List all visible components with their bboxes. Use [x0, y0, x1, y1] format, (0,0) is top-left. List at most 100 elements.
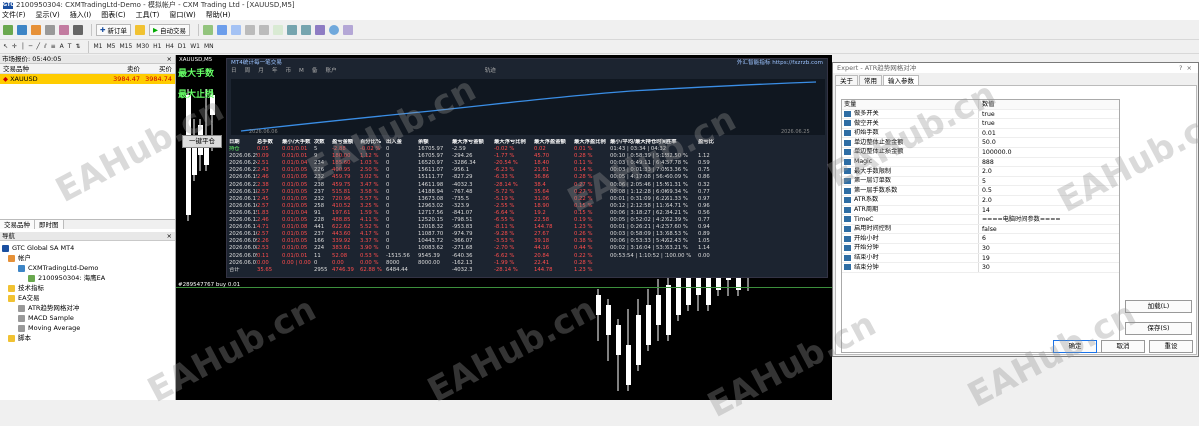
param-row[interactable]: 初始手数 0.01 [842, 128, 1119, 139]
param-row[interactable]: 做空开关 true [842, 119, 1119, 129]
reset-button[interactable]: 重设 [1149, 340, 1193, 353]
indicators-icon[interactable] [314, 24, 325, 35]
stats-tab[interactable]: 周 [245, 68, 251, 74]
param-value[interactable]: 50.0 [979, 138, 1119, 147]
chart-shift-icon[interactable] [286, 24, 297, 35]
timeframe-m30[interactable]: M30 [136, 43, 149, 50]
vertical-line-icon[interactable]: │ [21, 43, 25, 50]
param-value[interactable]: 19 [979, 254, 1119, 263]
stats-tab[interactable]: 币 [285, 68, 291, 74]
close-icon[interactable]: × [167, 55, 172, 63]
periods-icon[interactable] [328, 24, 339, 35]
nav-item-experts[interactable]: EA交易 [0, 293, 175, 303]
zoom-in-icon[interactable] [244, 24, 255, 35]
load-button[interactable]: 加载(L) [1125, 300, 1192, 313]
autoscroll-icon[interactable] [300, 24, 311, 35]
arrows-icon[interactable]: ⇅ [75, 43, 80, 50]
close-all-button[interactable]: 一键平仓 [182, 135, 222, 148]
tab-tick-chart[interactable]: 即时图 [35, 220, 64, 229]
param-row[interactable]: 开始小时 6 [842, 234, 1119, 244]
price-chart[interactable]: XAUUSD,M5 最大手数 最大止损 一键平仓 #289547767 buy … [176, 55, 832, 400]
param-row[interactable]: 最大手数限制 2.0 [842, 167, 1119, 177]
column-ask[interactable]: 买价 [140, 64, 174, 73]
nav-item-account[interactable]: 2100950304: 海鹰EA [0, 273, 175, 283]
timeframe-mn[interactable]: MN [204, 43, 214, 50]
timeframe-m15[interactable]: M15 [119, 43, 132, 50]
save-button[interactable]: 保存(S) [1125, 322, 1192, 335]
templates-icon[interactable] [342, 24, 353, 35]
crosshair-icon[interactable]: ✛ [12, 43, 17, 50]
param-value[interactable]: 30 [979, 263, 1119, 272]
param-row[interactable]: 单边整体止损金额 100000.0 [842, 147, 1119, 158]
menu-insert[interactable]: 插入(I) [70, 10, 92, 20]
stats-tab[interactable]: 轨迹 [485, 68, 496, 74]
nav-item-accounts[interactable]: 帐户 [0, 253, 175, 263]
param-row[interactable]: 结束小时 19 [842, 253, 1119, 264]
param-row[interactable]: 启用时间控制 false [842, 224, 1119, 235]
param-value[interactable]: 30 [979, 244, 1119, 253]
param-row[interactable]: 做多开关 true [842, 109, 1119, 120]
tab-inputs[interactable]: 输入参数 [883, 75, 919, 85]
param-row[interactable]: 开始分钟 30 [842, 243, 1119, 254]
timeframe-d1[interactable]: D1 [178, 43, 186, 50]
param-row[interactable]: ATR系数 2.0 [842, 195, 1119, 206]
param-row[interactable]: Magic 888 [842, 157, 1119, 168]
param-row[interactable]: 单边整体止盈金额 50.0 [842, 138, 1119, 148]
close-button[interactable]: × [1187, 64, 1192, 72]
param-value[interactable]: true [979, 110, 1119, 119]
column-symbol[interactable]: 交易品种 [0, 64, 96, 73]
fibonacci-icon[interactable]: ≡ [51, 43, 56, 50]
nav-item-terminal[interactable]: GTC Global SA MT4 [0, 243, 175, 253]
menu-window[interactable]: 窗口(W) [169, 10, 195, 20]
zoom-out-icon[interactable] [258, 24, 269, 35]
column-bid[interactable]: 卖价 [96, 64, 140, 73]
stats-tab[interactable]: 备 [312, 68, 318, 74]
timeframe-m1[interactable]: M1 [93, 43, 102, 50]
tile-windows-icon[interactable] [272, 24, 283, 35]
nav-item-expert-ma[interactable]: Moving Average [0, 323, 175, 333]
metaeditor-icon[interactable] [134, 24, 145, 35]
navigator-icon[interactable] [59, 24, 69, 35]
nav-item-server[interactable]: CXMTradingLtd-Demo [0, 263, 175, 273]
horizontal-line-icon[interactable]: ─ [29, 43, 33, 50]
menu-tools[interactable]: 工具(T) [136, 10, 160, 20]
stats-tab[interactable]: 账户 [325, 68, 336, 74]
menu-view[interactable]: 显示(V) [36, 10, 60, 20]
ok-button[interactable]: 确定 [1053, 340, 1097, 353]
nav-item-expert-macd[interactable]: MACD Sample [0, 313, 175, 323]
timeframe-m5[interactable]: M5 [106, 43, 115, 50]
data-window-icon[interactable] [45, 24, 55, 35]
param-value[interactable]: true [979, 119, 1119, 128]
auto-trade-button[interactable]: ▶ 自动交易 [148, 23, 190, 36]
trendline-icon[interactable]: ╱ [36, 43, 40, 50]
line-chart-icon[interactable] [230, 24, 241, 35]
cancel-button[interactable]: 取消 [1101, 340, 1145, 353]
param-row[interactable]: 结束分钟 30 [842, 263, 1119, 273]
market-watch-row[interactable]: ◆ XAUUSD 3984.47 3984.74 [0, 74, 175, 84]
close-icon[interactable]: × [167, 232, 172, 240]
column-variable[interactable]: 变量 [842, 100, 979, 109]
param-value[interactable]: 888 [979, 158, 1119, 167]
param-value[interactable]: 2.0 [979, 196, 1119, 205]
param-value[interactable]: 100000.0 [979, 148, 1119, 157]
timeframe-h4[interactable]: H4 [165, 43, 173, 50]
terminal-icon[interactable] [73, 24, 83, 35]
timeframe-h1[interactable]: H1 [153, 43, 161, 50]
param-row[interactable]: TimeC ====电脑时间参数==== [842, 215, 1119, 225]
param-value[interactable]: false [979, 225, 1119, 234]
timeframe-w1[interactable]: W1 [190, 43, 200, 50]
menu-file[interactable]: 文件(F) [2, 10, 26, 20]
param-row[interactable]: 第一层手数系数 0.5 [842, 186, 1119, 196]
text-icon[interactable]: A [60, 43, 64, 50]
nav-item-indicators[interactable]: 技术指标 [0, 283, 175, 293]
param-value[interactable]: 5 [979, 177, 1119, 186]
param-value[interactable]: ====电脑时间参数==== [979, 215, 1119, 224]
new-order-button[interactable]: ✚ 新订单 [96, 23, 131, 36]
channel-icon[interactable]: ⫽ [44, 43, 47, 51]
stats-tab[interactable]: 月 [258, 68, 264, 74]
param-value[interactable]: 2.0 [979, 167, 1119, 176]
tab-about[interactable]: 关于 [835, 75, 858, 85]
candle-chart-icon[interactable] [216, 24, 227, 35]
tab-symbols[interactable]: 交易品种 [0, 220, 35, 229]
param-value[interactable]: 0.5 [979, 186, 1119, 195]
